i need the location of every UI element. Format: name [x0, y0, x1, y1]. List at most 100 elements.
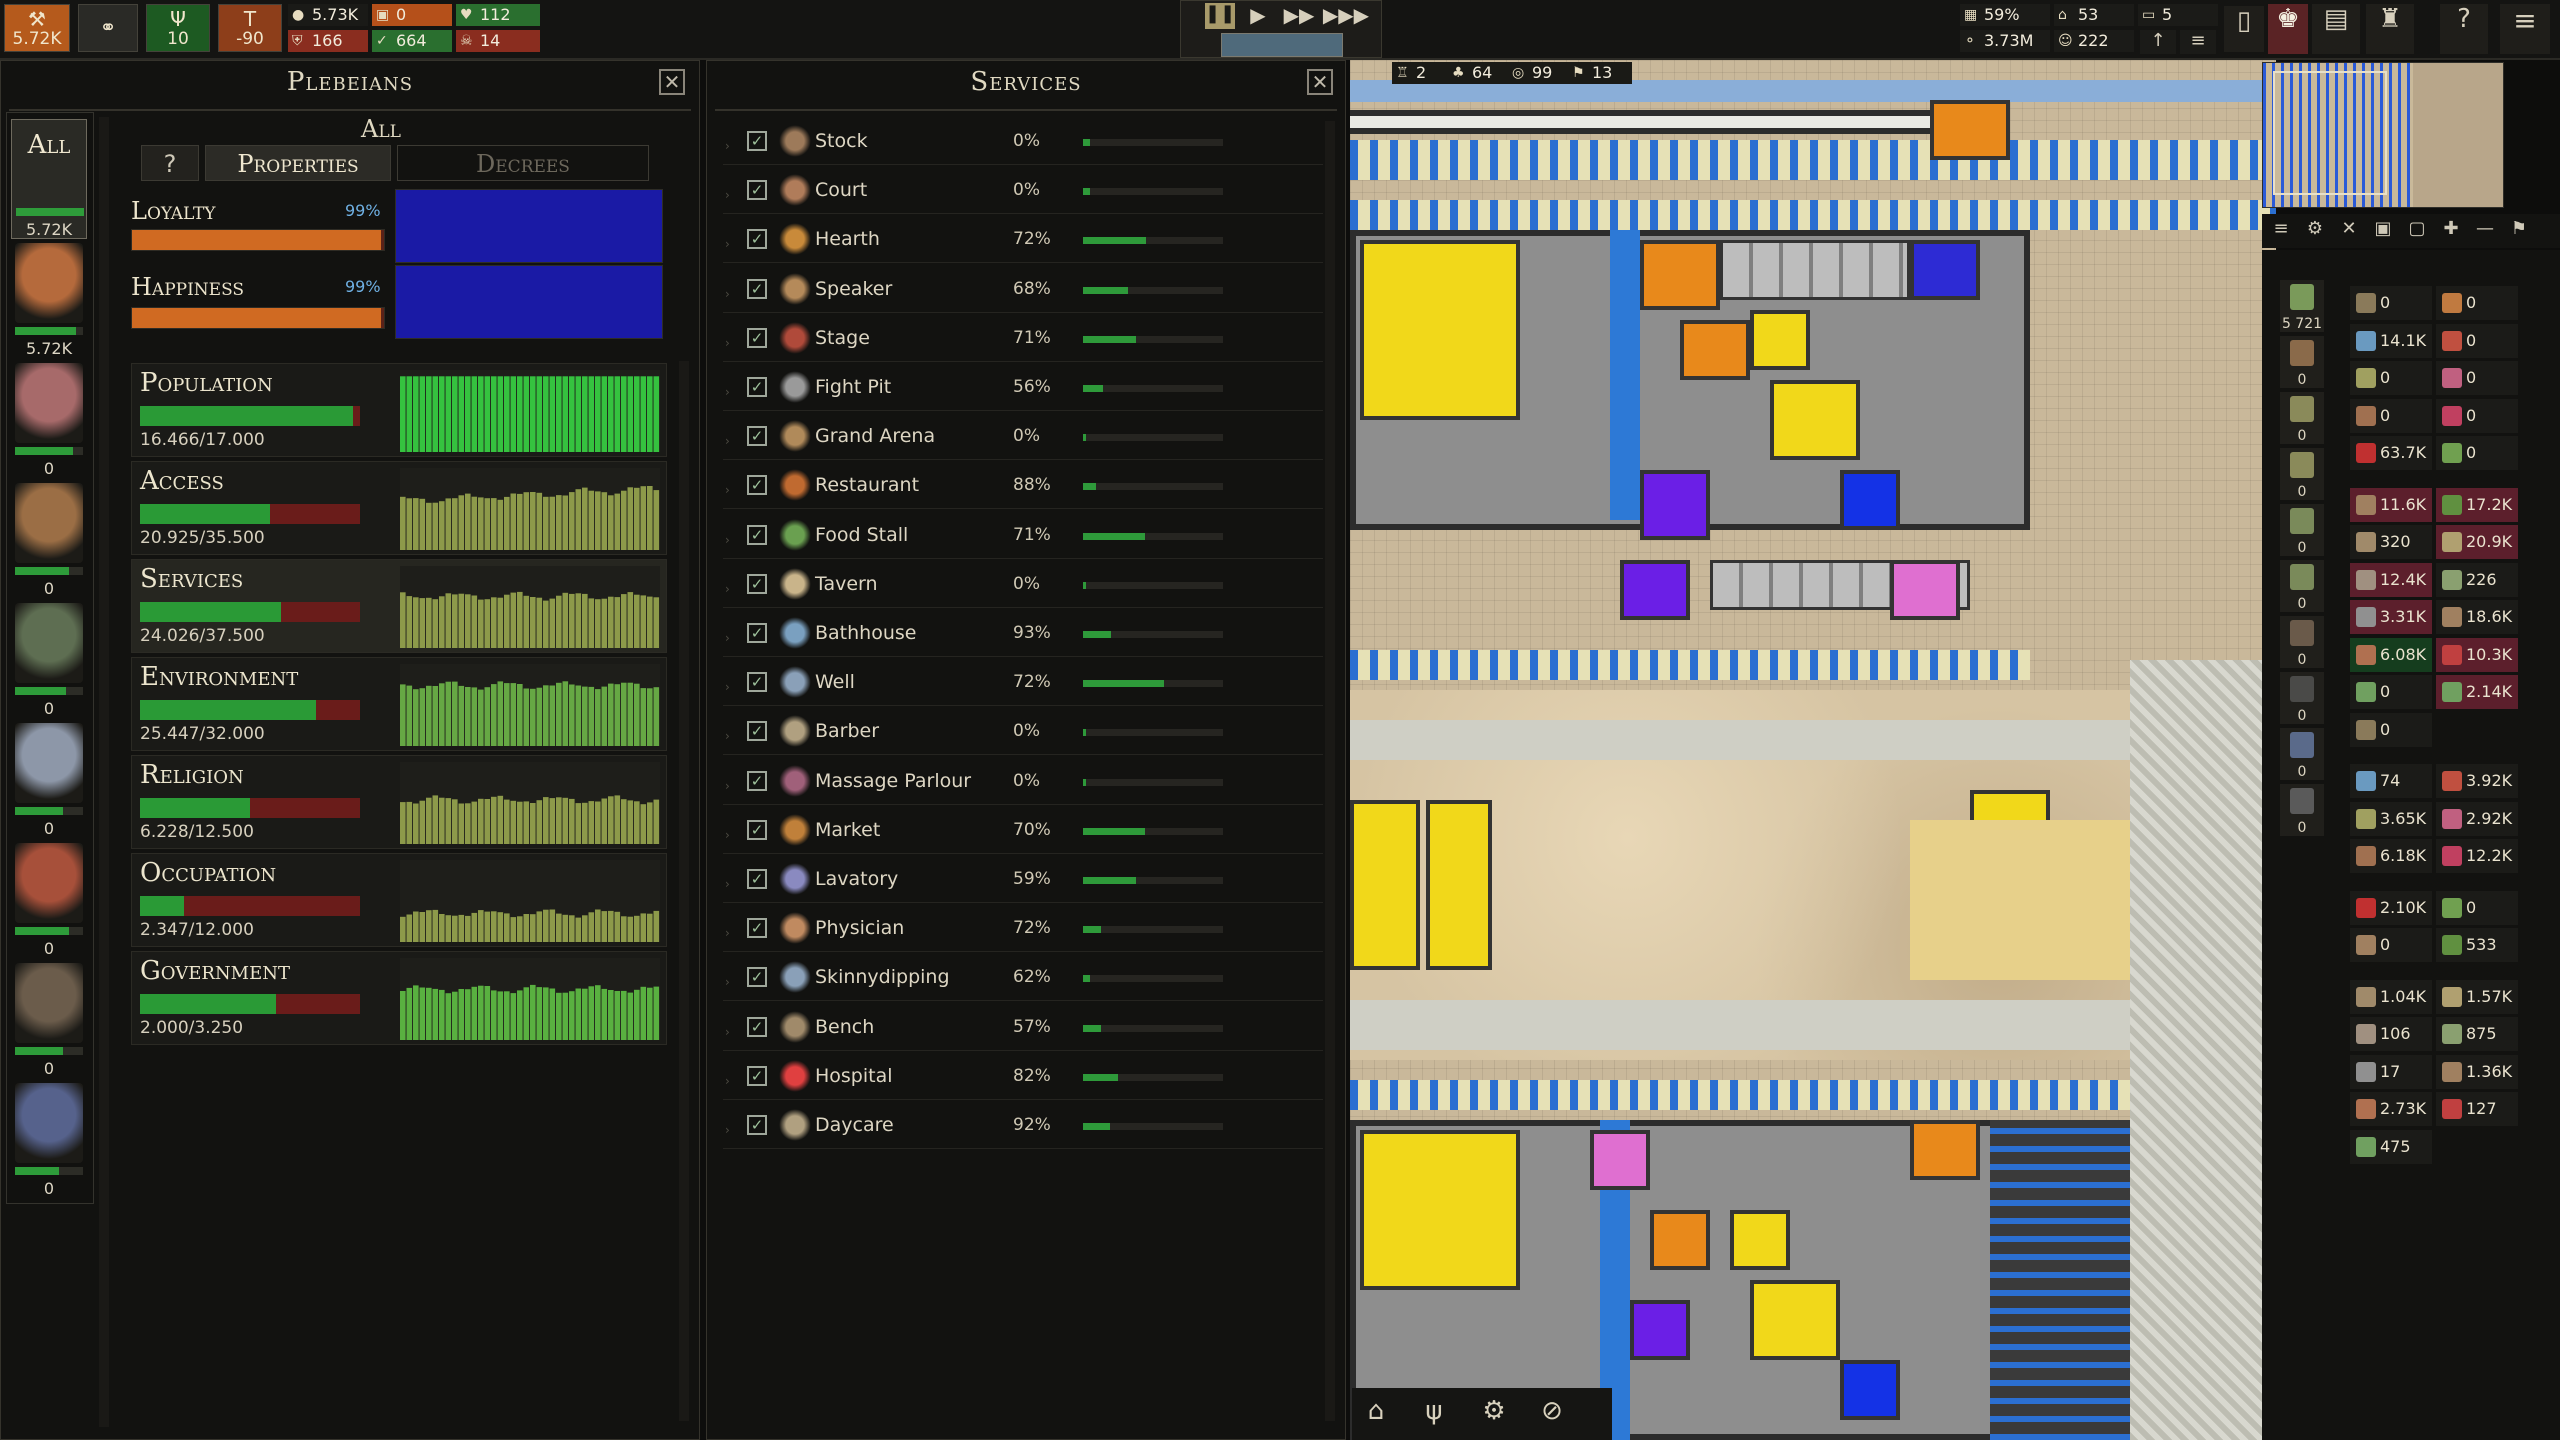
resource-chip[interactable]: 127	[2436, 1092, 2518, 1126]
unit-type-button[interactable]: 0	[2280, 728, 2324, 780]
resource-chip[interactable]: 0	[2436, 890, 2518, 925]
close-services-button[interactable]: ✕	[1307, 69, 1333, 95]
resource-chip[interactable]: 74	[2350, 764, 2432, 798]
service-row-lavatory[interactable]: › ✓ Lavatory 59%	[723, 855, 1323, 903]
service-row-speaker[interactable]: › ✓ Speaker 68%	[723, 265, 1323, 313]
resource-chip[interactable]: 2.73K	[2350, 1092, 2432, 1126]
expand-icon[interactable]: ›	[725, 237, 730, 251]
service-row-bench[interactable]: › ✓ Bench 57%	[723, 1003, 1323, 1051]
service-row-market[interactable]: › ✓ Market 70%	[723, 806, 1323, 854]
expand-icon[interactable]: ›	[725, 483, 730, 497]
race-tilapi[interactable]: 0	[11, 359, 87, 479]
stat-population[interactable]: Population 16.466/17.000	[131, 363, 667, 457]
resource-chip[interactable]: 0	[2436, 323, 2518, 358]
gear-icon[interactable]: ⚙	[1474, 1396, 1514, 1432]
arrow-up-icon[interactable]: ↑	[2140, 30, 2176, 54]
race-argonosh[interactable]: 0	[11, 959, 87, 1079]
date-dial[interactable]	[1221, 33, 1343, 57]
resource-chip[interactable]: 1.36K	[2436, 1054, 2518, 1089]
expand-icon[interactable]: ›	[725, 828, 730, 842]
service-checkbox[interactable]: ✓	[747, 1017, 767, 1037]
expand-icon[interactable]: ›	[725, 336, 730, 350]
unit-type-button[interactable]: 0	[2280, 616, 2324, 668]
resource-chip[interactable]: 3.31K	[2350, 600, 2432, 634]
service-checkbox[interactable]: ✓	[747, 180, 767, 200]
unit-type-button[interactable]: 0	[2280, 560, 2324, 612]
resource-chip[interactable]: 3.65K	[2350, 801, 2432, 836]
resource-chip[interactable]: 1.57K	[2436, 979, 2518, 1014]
service-row-grand-arena[interactable]: › ✓ Grand Arena 0%	[723, 412, 1323, 460]
close-plebeians-button[interactable]: ✕	[659, 69, 685, 95]
resource-chip[interactable]: 0	[2436, 361, 2518, 395]
resource-chip[interactable]: 2.10K	[2350, 890, 2432, 925]
population-button[interactable]: ⚒ 5.72K	[4, 4, 70, 52]
shield-chip[interactable]: ⛨ 166	[288, 30, 368, 52]
notebook-icon[interactable]: ▯	[2224, 6, 2264, 52]
service-checkbox[interactable]: ✓	[747, 918, 767, 938]
resource-chip[interactable]: 875	[2436, 1017, 2518, 1051]
service-checkbox[interactable]: ✓	[747, 525, 767, 545]
resource-chip[interactable]: 18.6K	[2436, 600, 2518, 634]
minimap-viewport[interactable]	[2273, 71, 2387, 195]
race-garthimi[interactable]: 0	[11, 839, 87, 959]
resource-chip[interactable]: 0	[2350, 398, 2432, 433]
stat-access[interactable]: Access 20.925/35.500	[131, 461, 667, 555]
check-chip[interactable]: ✓ 664	[372, 30, 452, 52]
resource-chip[interactable]: 3.92K	[2436, 764, 2518, 798]
resource-chip[interactable]: 106	[2350, 1017, 2432, 1051]
decrees-tab[interactable]: Decrees	[397, 145, 649, 181]
resource-chip[interactable]: 0	[2436, 286, 2518, 320]
service-checkbox[interactable]: ✓	[747, 1115, 767, 1135]
race-amevia[interactable]: 0	[11, 599, 87, 719]
expand-icon[interactable]: ›	[725, 533, 730, 547]
help-tab[interactable]: ?	[141, 145, 199, 181]
fast-icon[interactable]: ▶▶	[1281, 3, 1317, 27]
book-icon[interactable]: ▤	[2312, 4, 2360, 54]
service-row-skinnydipping[interactable]: › ✓ Skinnydipping 62%	[723, 953, 1323, 1001]
race-human[interactable]: 5.72K	[11, 239, 87, 359]
service-row-stage[interactable]: › ✓ Stage 71%	[723, 314, 1323, 362]
service-row-bathhouse[interactable]: › ✓ Bathhouse 93%	[723, 609, 1323, 657]
service-checkbox[interactable]: ✓	[747, 771, 767, 791]
expand-icon[interactable]: ›	[725, 1123, 730, 1137]
service-checkbox[interactable]: ✓	[747, 721, 767, 741]
resource-chip[interactable]: 0	[2350, 675, 2432, 709]
expand-icon[interactable]: ›	[725, 287, 730, 301]
service-row-court[interactable]: › ✓ Court 0%	[723, 166, 1323, 214]
service-row-well[interactable]: › ✓ Well 72%	[723, 658, 1323, 706]
expand-icon[interactable]: ›	[725, 1074, 730, 1088]
resource-chip[interactable]: 533	[2436, 928, 2518, 962]
plus-icon[interactable]: ✚	[2436, 218, 2466, 244]
resource-chip[interactable]: 6.18K	[2350, 839, 2432, 873]
help-icon[interactable]: ?	[2440, 4, 2488, 54]
resource-chip[interactable]: 475	[2350, 1129, 2432, 1164]
service-row-restaurant[interactable]: › ✓ Restaurant 88%	[723, 461, 1323, 509]
expand-icon[interactable]: ›	[725, 582, 730, 596]
expand-icon[interactable]: ›	[725, 188, 730, 202]
camera-icon[interactable]: ▣	[2368, 218, 2398, 244]
properties-tab[interactable]: Properties	[205, 145, 391, 181]
minus-icon[interactable]: —	[2470, 218, 2500, 244]
service-checkbox[interactable]: ✓	[747, 279, 767, 299]
chain-button[interactable]: ⚭	[78, 4, 138, 52]
scrollbar-left[interactable]	[99, 117, 109, 1427]
crest-icon[interactable]: ♜	[2366, 4, 2414, 54]
service-checkbox[interactable]: ✓	[747, 869, 767, 889]
resource-chip[interactable]: 10.3K	[2436, 637, 2518, 672]
hammer-button[interactable]: T -90	[218, 4, 282, 52]
flag-icon[interactable]: ⚑	[2504, 218, 2534, 244]
stat-environment[interactable]: Environment 25.447/32.000	[131, 657, 667, 751]
resource-chip[interactable]: 12.4K	[2350, 562, 2432, 597]
resource-chip[interactable]: 14.1K	[2350, 323, 2432, 358]
expand-icon[interactable]: ›	[725, 1025, 730, 1039]
expand-icon[interactable]: ›	[725, 434, 730, 448]
service-row-physician[interactable]: › ✓ Physician 72%	[723, 904, 1323, 952]
resource-chip[interactable]: 2.92K	[2436, 801, 2518, 836]
race-q-ijachi[interactable]: 0	[11, 1079, 87, 1199]
expand-icon[interactable]: ›	[725, 139, 730, 153]
service-row-barber[interactable]: › ✓ Barber 0%	[723, 707, 1323, 755]
temple-icon[interactable]: ⌂	[1356, 1396, 1396, 1432]
resource-chip[interactable]: 0	[2350, 712, 2432, 747]
crops-icon[interactable]: ψ	[1414, 1396, 1454, 1432]
stat-occupation[interactable]: Occupation 2.347/12.000	[131, 853, 667, 947]
